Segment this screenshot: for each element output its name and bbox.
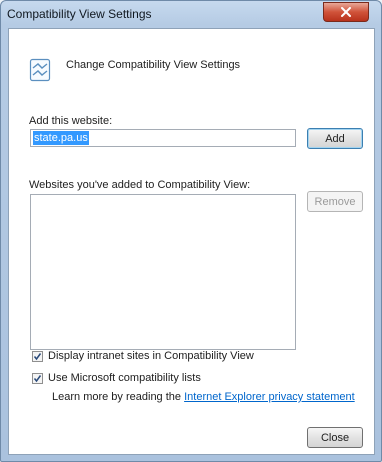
close-window-button[interactable]: [323, 2, 369, 22]
websites-list[interactable]: [30, 194, 296, 350]
header-title: Change Compatibility View Settings: [66, 59, 241, 71]
websites-list-label: Websites you've added to Compatibility V…: [29, 179, 251, 191]
compat-view-icon: [29, 58, 51, 82]
add-button[interactable]: Add: [307, 128, 363, 149]
learn-more-text: Learn more by reading the Internet Explo…: [52, 391, 355, 403]
website-input[interactable]: state.pa.us: [30, 129, 296, 147]
dialog-window: Compatibility View Settings Change Compa…: [0, 0, 382, 462]
privacy-statement-link[interactable]: Internet Explorer privacy statement: [184, 391, 355, 403]
ms-lists-option-row[interactable]: Use Microsoft compatibility lists: [32, 372, 201, 384]
checkmark-icon: [33, 352, 42, 360]
title-bar[interactable]: Compatibility View Settings: [1, 1, 381, 27]
ms-lists-option-label: Use Microsoft compatibility lists: [48, 372, 201, 384]
add-website-label: Add this website:: [29, 115, 113, 127]
window-title: Compatibility View Settings: [7, 7, 152, 21]
ms-lists-checkbox[interactable]: [32, 372, 43, 384]
checkmark-icon: [33, 374, 42, 382]
intranet-option-label: Display intranet sites in Compatibility …: [48, 350, 254, 362]
dialog-client-area: Change Compatibility View Settings Add t…: [8, 28, 375, 455]
website-input-value: state.pa.us: [33, 131, 89, 145]
close-button[interactable]: Close: [307, 427, 363, 448]
intranet-option-row[interactable]: Display intranet sites in Compatibility …: [32, 350, 254, 362]
close-x-icon: [341, 7, 351, 17]
intranet-checkbox[interactable]: [32, 350, 43, 362]
learn-more-prefix: Learn more by reading the: [52, 391, 182, 403]
remove-button[interactable]: Remove: [307, 191, 363, 212]
